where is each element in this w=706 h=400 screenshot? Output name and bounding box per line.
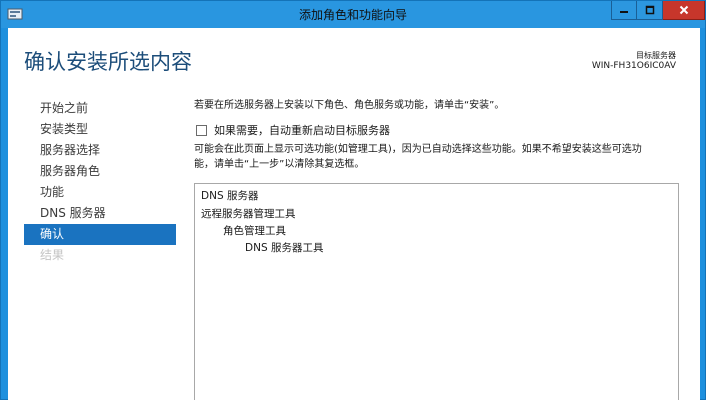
title-bar[interactable]: 添加角色和功能向导	[1, 1, 705, 28]
instruction-text: 若要在所选服务器上安装以下角色、角色服务或功能，请单击“安装”。	[194, 100, 505, 111]
target-server-label: 目标服务器	[636, 51, 676, 60]
restart-checkbox-label[interactable]: 如果需要，自动重新启动目标服务器	[214, 122, 390, 138]
maximize-icon	[645, 5, 654, 15]
maximize-button[interactable]	[637, 1, 663, 20]
window-title: 添加角色和功能向导	[298, 8, 407, 22]
nav-item-server-selection[interactable]: 服务器选择	[24, 140, 176, 161]
nav-item-confirmation[interactable]: 确认	[24, 224, 176, 245]
list-item: DNS 服务器工具	[245, 242, 324, 254]
close-button[interactable]	[663, 1, 705, 20]
restart-option[interactable]: 如果需要，自动重新启动目标服务器	[196, 122, 390, 138]
list-item: 角色管理工具	[223, 225, 286, 237]
target-server-name: WIN-FH31O6IC0AV	[591, 61, 676, 71]
wizard-nav: 开始之前 安装类型 服务器选择 服务器角色 功能 DNS 服务器 确认 结果	[24, 98, 176, 266]
note-line-1: 可能会在此页面上显示可选功能(如管理工具)，因为已自动选择这些功能。如果不希望安…	[194, 144, 642, 155]
minimize-button[interactable]	[611, 1, 637, 20]
nav-item-results: 结果	[40, 248, 65, 262]
list-item: 远程服务器管理工具	[201, 208, 296, 220]
minimize-icon	[620, 11, 628, 13]
selection-list[interactable]: DNS 服务器 远程服务器管理工具 角色管理工具 DNS 服务器工具	[194, 183, 679, 400]
nav-item-dns-server[interactable]: DNS 服务器	[24, 203, 176, 224]
optional-features-note: 可能会在此页面上显示可选功能(如管理工具)，因为已自动选择这些功能。如果不希望安…	[194, 142, 686, 172]
nav-item-server-roles[interactable]: 服务器角色	[24, 161, 176, 182]
note-line-2: 能，请单击“上一步”以清除其复选框。	[194, 159, 365, 170]
wizard-window: 添加角色和功能向导 确认安装所选内容 目标服务器 WIN-FH31O6IC0AV…	[0, 0, 706, 400]
close-icon	[679, 5, 688, 15]
restart-checkbox[interactable]	[196, 124, 207, 136]
nav-item-before-you-begin[interactable]: 开始之前	[24, 98, 176, 119]
nav-item-installation-type[interactable]: 安装类型	[24, 119, 176, 140]
content-panel: 若要在所选服务器上安装以下角色、角色服务或功能，请单击“安装”。 如果需要，自动…	[194, 96, 686, 400]
page-title: 确认安装所选内容	[24, 50, 192, 74]
wizard-client-area: 确认安装所选内容 目标服务器 WIN-FH31O6IC0AV 开始之前 安装类型…	[8, 28, 700, 400]
list-item: DNS 服务器	[201, 190, 259, 202]
nav-item-features[interactable]: 功能	[24, 182, 176, 203]
